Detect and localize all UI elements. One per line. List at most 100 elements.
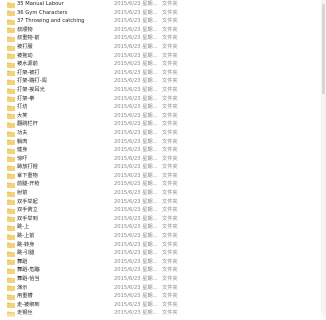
- file-row[interactable]: 叔重物-前 2015/6/23 星期... 文件夹: [0, 34, 326, 43]
- file-name: 被打服: [17, 43, 33, 50]
- file-row[interactable]: 演示 2015/6/23 星期... 文件夹: [0, 284, 326, 293]
- file-name: 用重槽: [17, 293, 33, 300]
- file-name: 双手举到: [17, 215, 38, 222]
- file-row[interactable]: 打架-踹打-闯 2015/6/23 星期... 文件夹: [0, 77, 326, 86]
- file-date-modified: 2015/6/23 星期...: [114, 78, 158, 85]
- file-row[interactable]: 功夫 2015/6/23 星期... 文件夹: [0, 129, 326, 138]
- folder-icon: [7, 251, 15, 257]
- file-name: 拿下重物: [17, 172, 38, 179]
- file-name: 跳-上: [17, 224, 30, 231]
- file-row[interactable]: 惊吓 2015/6/23 星期... 文件夹: [0, 155, 326, 164]
- file-row[interactable]: 打坊 2015/6/23 星期... 文件夹: [0, 103, 326, 112]
- file-date-modified: 2015/6/23 星期...: [114, 69, 158, 76]
- vertical-scrollbar[interactable]: [321, 0, 326, 320]
- folder-icon: [7, 45, 15, 51]
- file-row[interactable]: 双手举到 2015/6/23 星期... 文件夹: [0, 215, 326, 224]
- file-date-modified: 2015/6/23 星期...: [114, 155, 158, 162]
- file-date-modified: 2015/6/23 星期...: [114, 293, 158, 300]
- file-date-modified: 2015/6/23 星期...: [114, 52, 158, 59]
- file-row[interactable]: 用重槽 2015/6/23 星期... 文件夹: [0, 292, 326, 301]
- file-name: 打架-拳: [17, 95, 35, 102]
- file-row[interactable]: 36 Gym Characters 2015/6/23 星期... 文件夹: [0, 9, 326, 18]
- file-name: 蹲放打棍: [17, 164, 38, 171]
- file-type: 文件夹: [162, 284, 178, 291]
- folder-icon: [7, 285, 15, 292]
- file-type: 文件夹: [162, 233, 178, 240]
- file-row[interactable]: 躺肉 2015/6/23 星期... 文件夹: [0, 138, 326, 147]
- file-type: 文件夹: [162, 26, 178, 33]
- file-row[interactable]: 舞蹈 2015/6/23 星期... 文件夹: [0, 258, 326, 267]
- file-row[interactable]: 健身 2015/6/23 星期... 文件夹: [0, 146, 326, 155]
- file-row[interactable]: 被拖动 2015/6/23 星期... 文件夹: [0, 52, 326, 61]
- file-row[interactable]: 大笑 2015/6/23 星期... 文件夹: [0, 112, 326, 121]
- file-type: 文件夹: [162, 35, 178, 42]
- file-type: 文件夹: [162, 181, 178, 188]
- file-type: 文件夹: [162, 198, 178, 205]
- file-row[interactable]: 打架-被打 2015/6/23 星期... 文件夹: [0, 69, 326, 78]
- file-type: 文件夹: [162, 293, 178, 300]
- file-date-modified: 2015/6/23 星期...: [114, 301, 158, 308]
- file-date-modified: 2015/6/23 星期...: [114, 35, 158, 42]
- file-date-modified: 2015/6/23 星期...: [114, 112, 158, 119]
- folder-icon: [7, 113, 15, 120]
- file-date-modified: 2015/6/23 星期...: [114, 198, 158, 205]
- file-name: 37 Throwing and catching: [17, 18, 85, 25]
- file-row[interactable]: 蹲放打棍 2015/6/23 星期... 文件夹: [0, 163, 326, 172]
- file-row[interactable]: 打架-挨耳光 2015/6/23 星期... 文件夹: [0, 86, 326, 95]
- file-name: 舞蹈-危蹦: [17, 267, 40, 274]
- file-row[interactable]: 被打服 2015/6/23 星期... 文件夹: [0, 43, 326, 52]
- file-row[interactable]: 跳-上 2015/6/23 星期... 文件夹: [0, 223, 326, 232]
- file-row[interactable]: 35 Manual Labour 2015/6/23 星期... 文件夹: [0, 0, 326, 9]
- folder-icon: [7, 139, 15, 146]
- file-name: 走-被绑到: [17, 301, 40, 308]
- file-row[interactable]: 跳-引腿 2015/6/23 星期... 文件夹: [0, 249, 326, 258]
- file-date-modified: 2015/6/23 星期...: [114, 129, 158, 136]
- file-type: 文件夹: [162, 43, 178, 50]
- file-date-modified: 2015/6/23 星期...: [114, 233, 158, 240]
- file-row[interactable]: 被水源前 2015/6/23 星期... 文件夹: [0, 60, 326, 69]
- file-name: 被水源前: [17, 61, 38, 68]
- file-row[interactable]: 翻跳栏杆 2015/6/23 星期... 文件夹: [0, 120, 326, 129]
- file-row[interactable]: 37 Throwing and catching 2015/6/23 星期... 文…: [0, 17, 326, 26]
- file-row[interactable]: 走-被绑到 2015/6/23 星期... 文件夹: [0, 301, 326, 310]
- file-name: 惊吓: [17, 155, 28, 162]
- folder-icon: [7, 88, 15, 94]
- file-type: 文件夹: [162, 104, 178, 111]
- file-row[interactable]: 走钢丝 2015/6/23 星期... 文件夹: [0, 309, 326, 318]
- file-row[interactable]: 双手俯立 2015/6/23 星期... 文件夹: [0, 206, 326, 215]
- folder-icon: [7, 122, 15, 128]
- file-row[interactable]: 双手举起 2015/6/23 星期... 文件夹: [0, 198, 326, 207]
- file-type: 文件夹: [162, 95, 178, 102]
- file-row[interactable]: 跳-上前 2015/6/23 星期... 文件夹: [0, 232, 326, 241]
- file-date-modified: 2015/6/23 星期...: [114, 284, 158, 291]
- folder-icon: [7, 225, 15, 232]
- file-date-modified: 2015/6/23 星期...: [114, 147, 158, 154]
- file-date-modified: 2015/6/23 星期...: [114, 267, 158, 274]
- file-name: 翻跳栏杆: [17, 121, 38, 128]
- file-row[interactable]: 打架-拳 2015/6/23 星期... 文件夹: [0, 95, 326, 104]
- file-name: 躺肉: [17, 138, 28, 145]
- file-date-modified: 2015/6/23 星期...: [114, 18, 158, 25]
- folder-icon: [7, 242, 15, 249]
- file-name: 跳-上前: [17, 233, 35, 240]
- file-type: 文件夹: [162, 61, 178, 68]
- folder-icon: [7, 259, 15, 266]
- file-row[interactable]: 叔顺物 2015/6/23 星期... 文件夹: [0, 26, 326, 35]
- file-type: 文件夹: [162, 121, 178, 128]
- file-name: 跳-引腿: [17, 250, 35, 257]
- file-row[interactable]: 跳-转身 2015/6/23 星期... 文件夹: [0, 241, 326, 250]
- file-date-modified: 2015/6/23 星期...: [114, 241, 158, 248]
- file-row[interactable]: 拿下重物 2015/6/23 星期... 文件夹: [0, 172, 326, 181]
- file-row[interactable]: 舞蹈-恰当 2015/6/23 星期... 文件夹: [0, 275, 326, 284]
- file-list-rows: 35 Manual Labour 2015/6/23 星期... 文件夹 36 Gym…: [0, 0, 326, 318]
- folder-icon: [7, 62, 15, 68]
- file-row[interactable]: 射箭 2015/6/23 星期... 文件夹: [0, 189, 326, 198]
- file-type: 文件夹: [162, 190, 178, 197]
- file-row[interactable]: 前腿-开枪 2015/6/23 星期... 文件夹: [0, 180, 326, 189]
- file-type: 文件夹: [162, 250, 178, 257]
- file-date-modified: 2015/6/23 星期...: [114, 172, 158, 179]
- scrollbar-thumb[interactable]: [322, 4, 325, 94]
- folder-icon: [7, 96, 15, 103]
- folder-icon: [7, 311, 15, 317]
- file-row[interactable]: 舞蹈-危蹦 2015/6/23 星期... 文件夹: [0, 266, 326, 275]
